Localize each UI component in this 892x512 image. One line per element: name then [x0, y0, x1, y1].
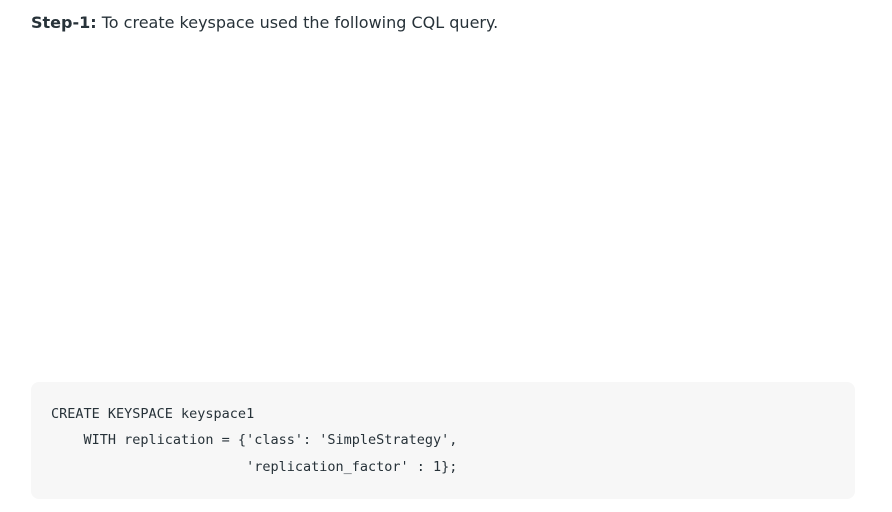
- code-line-2: WITH replication = {'class': 'SimpleStra…: [51, 432, 458, 448]
- code-line-1: CREATE KEYSPACE keyspace1: [51, 406, 255, 422]
- step-instruction: Step-1: To create keyspace used the foll…: [31, 11, 498, 35]
- code-line-3: 'replication_factor' : 1};: [51, 459, 458, 475]
- code-block[interactable]: CREATE KEYSPACE keyspace1 WITH replicati…: [31, 382, 855, 499]
- step-description: To create keyspace used the following CQ…: [96, 13, 499, 32]
- step-label: Step-1:: [31, 13, 97, 32]
